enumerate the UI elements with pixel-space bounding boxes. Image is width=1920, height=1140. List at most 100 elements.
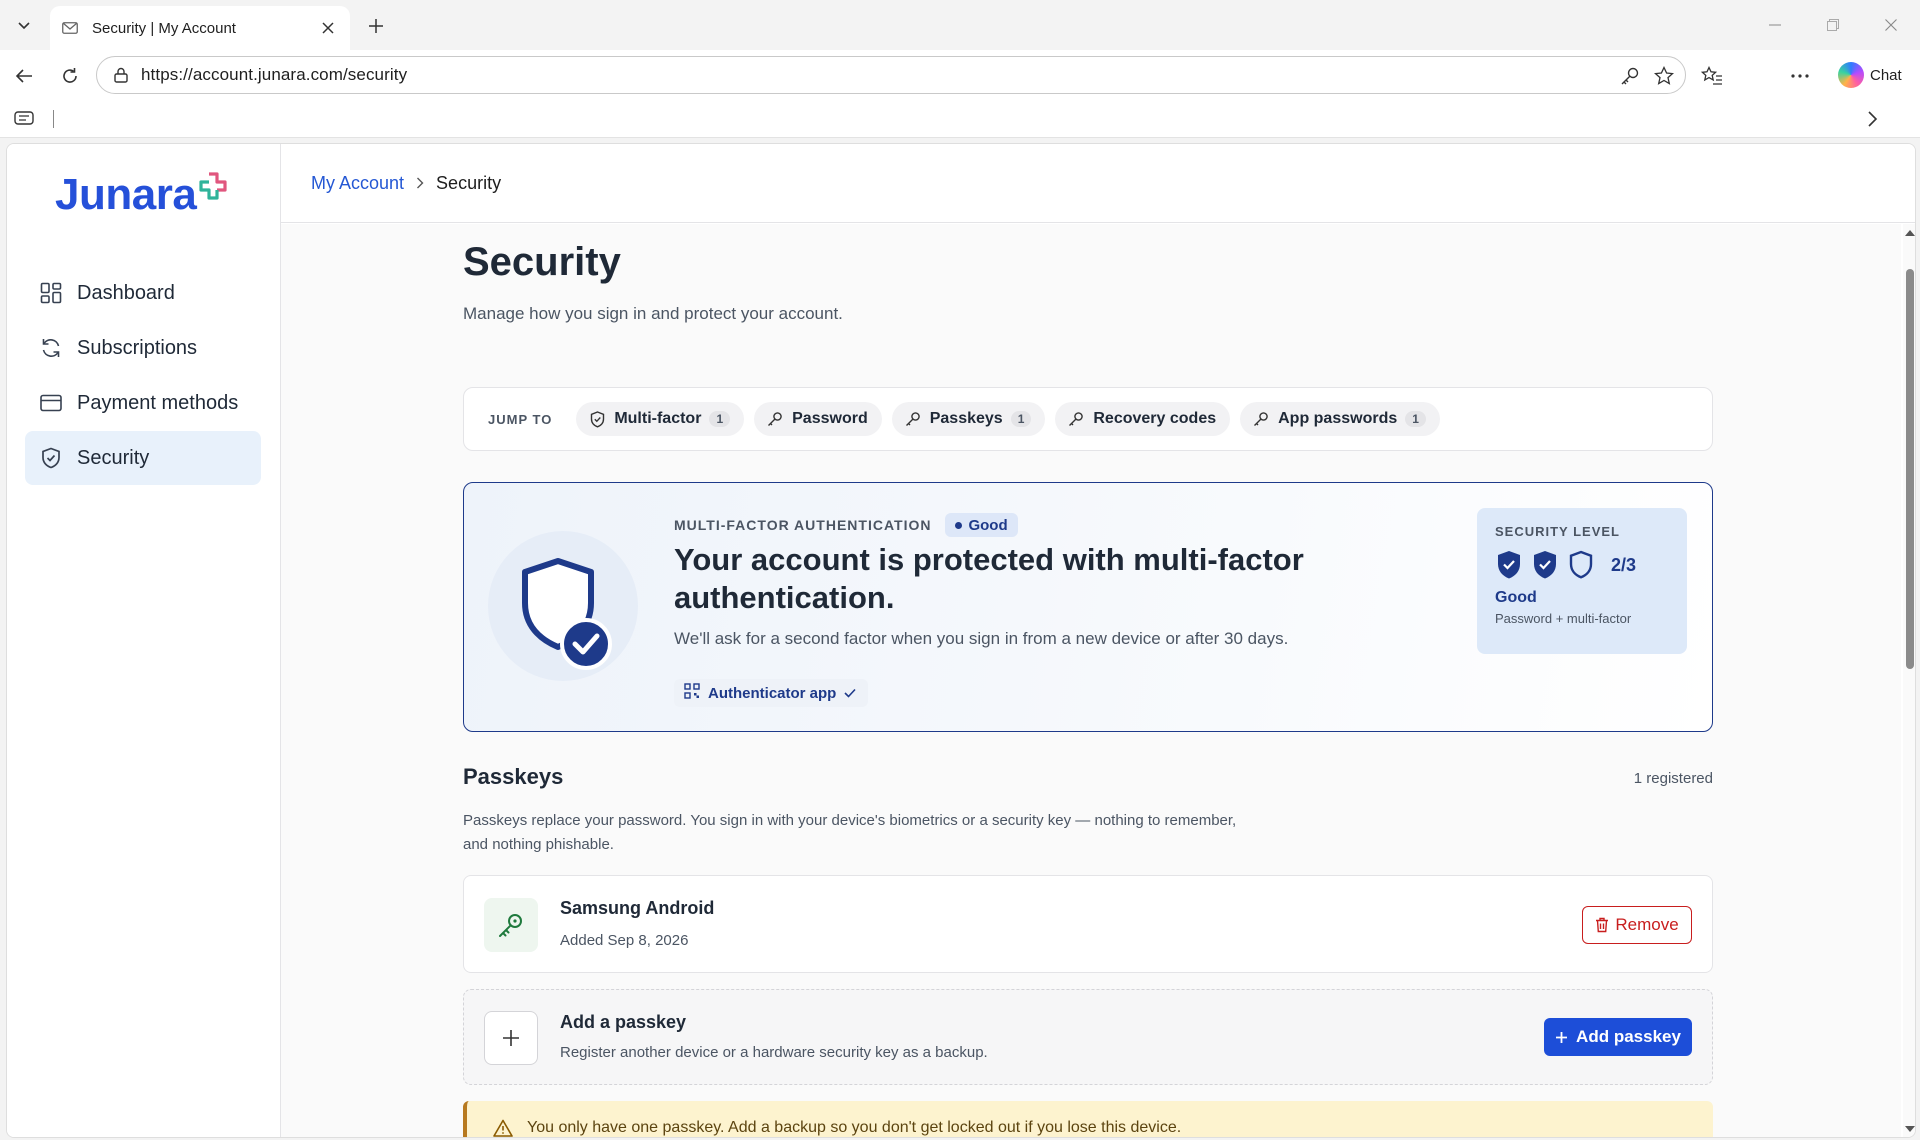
sidebar-nav: Dashboard Subscriptions Payment methods … — [25, 266, 261, 486]
remove-passkey-button[interactable]: Remove — [1582, 906, 1692, 944]
lock-icon[interactable] — [111, 65, 131, 85]
brand-logo[interactable]: Junara — [55, 170, 228, 220]
chevron-right-icon[interactable] — [1866, 110, 1878, 133]
tab-list-button[interactable] — [10, 12, 38, 38]
scroll-up-icon[interactable] — [1905, 228, 1915, 238]
favorites-bar — [0, 100, 1920, 138]
dashboard-icon — [39, 281, 63, 305]
shield-check-icon — [522, 558, 612, 670]
mfa-description: We'll ask for a second factor when you s… — [674, 629, 1289, 648]
more-icon — [1791, 74, 1809, 78]
passkey-date: Added Sep 8, 2026 — [560, 932, 689, 949]
shield-filled-icon — [1498, 551, 1520, 579]
address-bar[interactable]: https://account.junara.com/security — [96, 56, 1686, 94]
sidebar-item-label: Payment methods — [77, 391, 239, 414]
mfa-method-label: Authenticator app — [708, 684, 837, 702]
chevron-down-icon — [18, 22, 30, 30]
remove-label: Remove — [1615, 915, 1679, 934]
scroll-down-icon[interactable] — [1905, 1124, 1915, 1134]
passkeys-title: Passkeys — [463, 764, 564, 789]
status-badge-label: Good — [968, 516, 1008, 534]
scrollbar[interactable] — [1903, 224, 1915, 1137]
page-subtitle: Manage how you sign in and protect your … — [463, 304, 843, 323]
mfa-illustration — [488, 531, 638, 681]
security-level-label: SECURITY LEVEL — [1495, 524, 1621, 539]
minimize-icon — [1769, 24, 1781, 26]
add-passkey-button[interactable]: Add passkey — [1544, 1018, 1692, 1056]
add-passkey-title: Add a passkey — [560, 1012, 687, 1032]
shield-filled-icon — [1534, 551, 1556, 579]
new-tab-button[interactable] — [362, 12, 390, 40]
jump-chip-passkeys[interactable]: Passkeys 1 — [891, 402, 1046, 436]
security-level-panel: SECURITY LEVEL 2/3 Good Password + multi… — [1477, 508, 1687, 654]
minimize-button[interactable] — [1752, 10, 1798, 40]
back-button[interactable] — [8, 60, 40, 92]
favorites-button[interactable] — [1696, 60, 1728, 92]
shield-icon — [39, 446, 63, 470]
refresh-button[interactable] — [54, 60, 86, 92]
passkeys-description: Passkeys replace your password. You sign… — [463, 812, 1237, 853]
sidebar-item-payment-methods[interactable]: Payment methods — [25, 376, 261, 430]
copilot-icon — [1838, 62, 1864, 88]
jump-chip-multi-factor[interactable]: Multi-factor 1 — [576, 402, 745, 436]
jump-chip-app-passwords[interactable]: App passwords 1 — [1240, 402, 1440, 436]
star-icon[interactable] — [1653, 65, 1675, 87]
main-content: Security Manage how you sign in and prot… — [281, 224, 1901, 1137]
passkey-name: Samsung Android — [560, 898, 715, 918]
plus-icon — [369, 19, 383, 33]
list-item: Samsung Android Added Sep 8, 2026 Remove — [463, 875, 1713, 973]
sidebar-item-dashboard[interactable]: Dashboard — [25, 266, 261, 320]
plus-icon — [484, 1011, 538, 1065]
add-passkey-label: Add passkey — [1576, 1027, 1681, 1046]
chat-button[interactable]: Chat — [1834, 58, 1912, 92]
jump-chip-password[interactable]: Password — [754, 402, 882, 436]
breadcrumb: My Account Security — [281, 144, 1915, 223]
mfa-kicker-text: MULTI-FACTOR AUTHENTICATION — [674, 517, 932, 533]
status-badge: Good — [945, 513, 1018, 537]
restore-icon — [1827, 19, 1839, 31]
brand-name: Junara — [55, 170, 197, 219]
sidebar-item-security[interactable]: Security — [25, 431, 261, 485]
status-dot — [955, 521, 963, 529]
favorites-icon — [1701, 66, 1722, 85]
chip-label: Recovery codes — [1093, 410, 1217, 427]
close-window-button[interactable] — [1868, 10, 1914, 40]
refresh-icon — [39, 336, 63, 360]
key-icon — [766, 410, 784, 428]
sidebar: Junara Dashboard Subscriptions Payment m… — [7, 144, 281, 1137]
page-title: Security — [463, 240, 621, 284]
brand-mark-icon — [199, 172, 227, 200]
chip-label: Password — [792, 410, 868, 427]
chip-count: 1 — [709, 411, 731, 427]
chip-label: Multi-factor — [614, 410, 702, 427]
collections-icon[interactable] — [14, 111, 34, 130]
add-passkey-description: Register another device or a hardware se… — [560, 1044, 988, 1061]
breadcrumb-my-account[interactable]: My Account — [311, 173, 404, 194]
chip-label: Passkeys — [929, 410, 1003, 427]
jump-chip-recovery-codes[interactable]: Recovery codes — [1055, 402, 1231, 436]
browser-tab[interactable]: Security | My Account — [50, 6, 350, 50]
page-viewport: Junara Dashboard Subscriptions Payment m… — [6, 143, 1916, 1138]
key-icon — [1252, 410, 1270, 428]
chip-label: App passwords — [1278, 410, 1398, 427]
url-text: https://account.junara.com/security — [141, 65, 408, 84]
card-icon — [39, 391, 63, 415]
security-level-detail: Password + multi-factor — [1495, 611, 1632, 626]
key-icon[interactable] — [1619, 65, 1641, 87]
more-button[interactable] — [1784, 60, 1816, 92]
mfa-method-pill[interactable]: Authenticator app — [674, 679, 869, 707]
jump-to-bar: JUMP TO Multi-factor 1 Password Passkeys… — [463, 387, 1713, 451]
chip-count: 1 — [1010, 411, 1032, 427]
key-icon — [484, 898, 538, 952]
jump-to-label: JUMP TO — [488, 411, 553, 427]
restore-button[interactable] — [1810, 10, 1856, 40]
scrollbar-thumb[interactable] — [1906, 269, 1914, 669]
mfa-kicker: MULTI-FACTOR AUTHENTICATION Good — [674, 513, 1018, 537]
sidebar-item-subscriptions[interactable]: Subscriptions — [25, 321, 261, 375]
mfa-status-card: MULTI-FACTOR AUTHENTICATION Good Your ac… — [463, 482, 1713, 732]
security-level-meter: 2/3 — [1495, 549, 1669, 581]
sidebar-item-label: Security — [77, 446, 150, 469]
qr-code-icon — [684, 683, 700, 703]
mfa-title: Your account is protected with multi-fac… — [674, 542, 1304, 615]
close-tab-icon[interactable] — [318, 18, 338, 38]
